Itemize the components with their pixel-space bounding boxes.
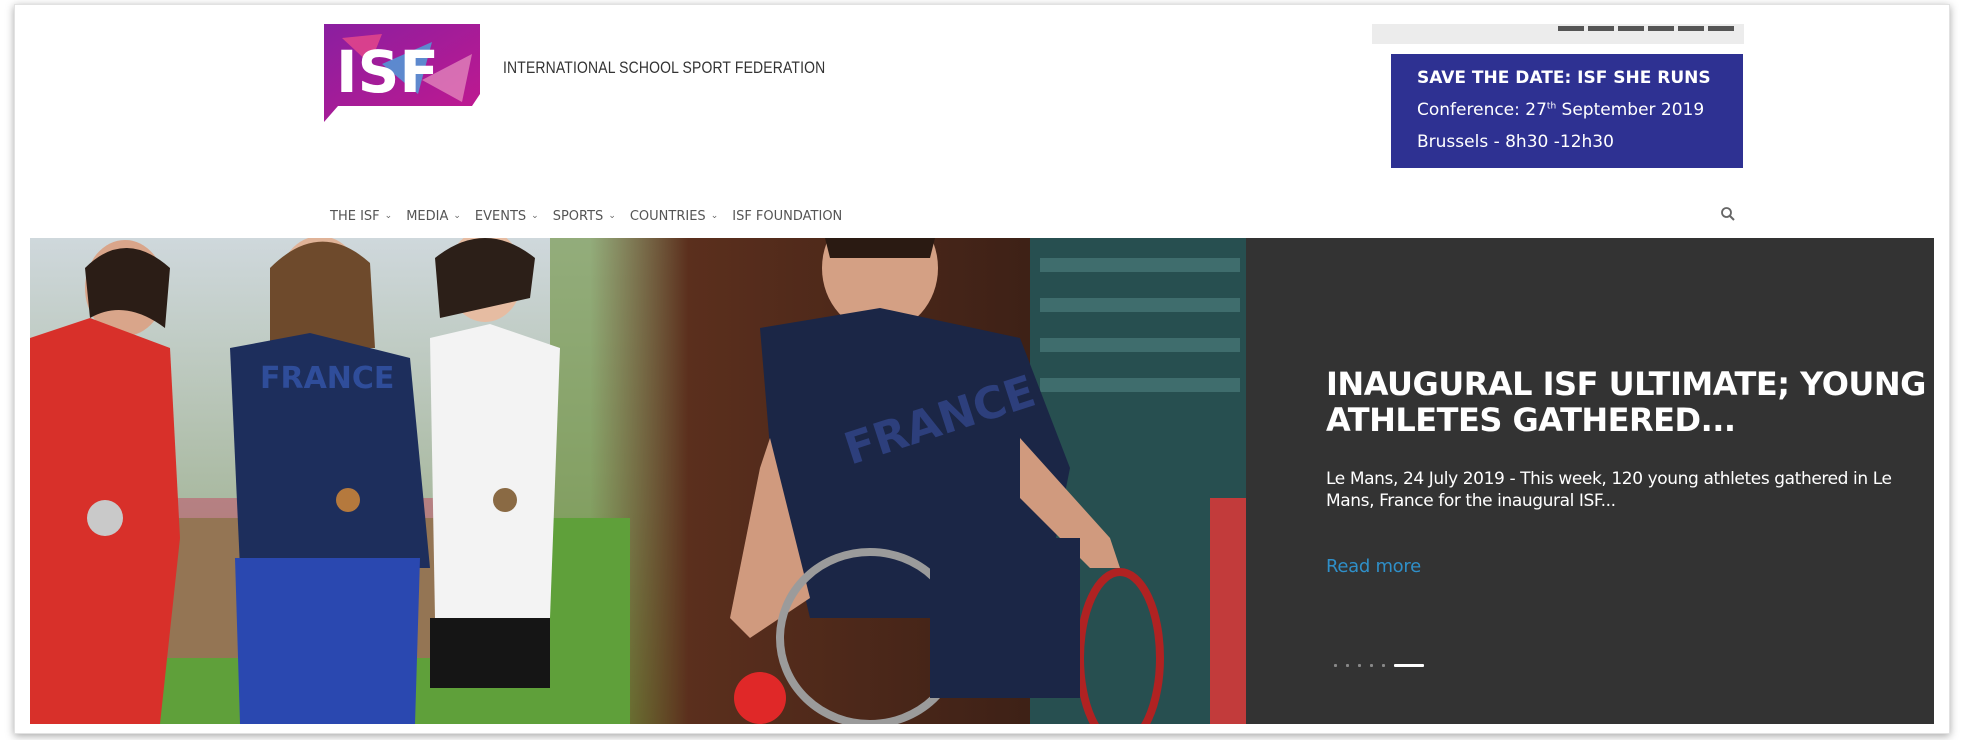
strip-dash xyxy=(1618,26,1644,31)
slide-dot[interactable] xyxy=(1370,664,1373,667)
shirt-text: FRANCE xyxy=(260,361,394,396)
strip-dash xyxy=(1708,26,1734,31)
hero-image[interactable]: FRANCE FRANCE xyxy=(30,238,1246,724)
slide-dot[interactable] xyxy=(1334,664,1337,667)
org-name: INTERNATIONAL SCHOOL SPORT FEDERATION xyxy=(503,58,826,77)
strip-dash xyxy=(1678,26,1704,31)
strip-dash xyxy=(1558,26,1584,31)
slide-dot[interactable] xyxy=(1346,664,1349,667)
slide-dot[interactable] xyxy=(1382,664,1385,667)
logo-text: ISF xyxy=(336,38,439,106)
hero-slider: FRANCE FRANCE INAUGURAL ISF ULTIMATE; YO… xyxy=(30,238,1934,724)
nav-item-countries[interactable]: COUNTRIES ⌄ xyxy=(630,209,718,224)
nav-item-sports[interactable]: SPORTS ⌄ xyxy=(553,209,616,224)
promo-location: Brussels - 8h30 -12h30 xyxy=(1417,132,1614,152)
main-nav: THE ISF ⌄ MEDIA ⌄ EVENTS ⌄ SPORTS ⌄ COUNTRIE… xyxy=(330,206,856,226)
read-more-link[interactable]: Read more xyxy=(1326,556,1421,577)
nav-item-the-isf[interactable]: THE ISF ⌄ xyxy=(330,209,392,224)
slide-dot[interactable] xyxy=(1358,664,1361,667)
chevron-down-icon: ⌄ xyxy=(453,211,461,221)
search-icon[interactable] xyxy=(1720,206,1736,222)
nav-item-isf-foundation[interactable]: ISF FOUNDATION xyxy=(732,209,842,224)
strip-dash xyxy=(1588,26,1614,31)
slide-dot-active[interactable] xyxy=(1394,664,1424,667)
save-the-date-banner[interactable]: SAVE THE DATE: ISF SHE RUNS Conference: … xyxy=(1391,54,1743,168)
slider-pagination xyxy=(1334,664,1424,667)
chevron-down-icon: ⌄ xyxy=(608,211,616,221)
hero-excerpt: Le Mans, 24 July 2019 - This week, 120 y… xyxy=(1326,469,1892,511)
hero-title[interactable]: INAUGURAL ISF ULTIMATE; YOUNG ATHLETES G… xyxy=(1326,366,1926,438)
promo-date: Conference: 27th September 2019 xyxy=(1417,100,1705,120)
promo-title: SAVE THE DATE: ISF SHE RUNS xyxy=(1417,68,1711,88)
isf-logo[interactable]: ISF xyxy=(322,24,480,122)
hero-caption-panel: INAUGURAL ISF ULTIMATE; YOUNG ATHLETES G… xyxy=(1246,238,1934,724)
chevron-down-icon: ⌄ xyxy=(384,211,393,221)
nav-item-media[interactable]: MEDIA ⌄ xyxy=(406,209,461,224)
chevron-down-icon: ⌄ xyxy=(710,211,719,221)
chevron-down-icon: ⌄ xyxy=(531,211,539,221)
strip-dash xyxy=(1648,26,1674,31)
promo-top-strip xyxy=(1372,24,1744,44)
nav-item-events[interactable]: EVENTS ⌄ xyxy=(475,209,539,224)
